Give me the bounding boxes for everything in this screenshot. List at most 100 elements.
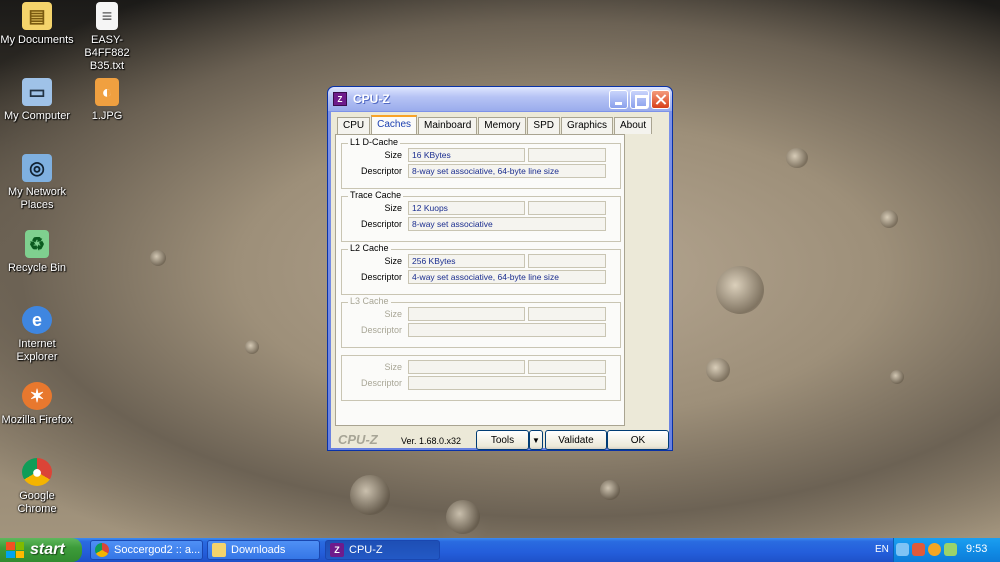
descriptor-label: Descriptor bbox=[360, 272, 402, 282]
group-legend: L1 D-Cache bbox=[348, 137, 401, 147]
clock[interactable]: 9:53 bbox=[966, 543, 987, 555]
moon-crater bbox=[245, 340, 259, 354]
moon-crater bbox=[446, 500, 480, 534]
chrome-icon bbox=[95, 543, 109, 557]
size-value bbox=[408, 307, 525, 321]
system-tray: 9:53 bbox=[893, 538, 1000, 562]
desktop-icon-google-chrome[interactable]: ● Google Chrome bbox=[0, 458, 74, 516]
taskbar: start Soccergod2 :: a... Downloads Z CPU… bbox=[0, 538, 1000, 562]
tools-dropdown-button[interactable]: ▼ bbox=[529, 430, 543, 450]
cache-group-trace: Trace Cache Size 12 Kuops Descriptor 8-w… bbox=[341, 190, 621, 242]
taskbar-item-label: CPU-Z bbox=[349, 544, 383, 556]
desktop-icon-recycle-bin[interactable]: ♻ Recycle Bin bbox=[0, 230, 74, 275]
desktop-icon-text-file[interactable]: ≡ EASY-B4FF882 B35.txt bbox=[70, 2, 144, 73]
folder-icon bbox=[212, 543, 226, 557]
descriptor-value bbox=[408, 376, 606, 390]
desktop-icon-my-documents[interactable]: ▤ My Documents bbox=[0, 2, 74, 47]
start-button[interactable]: start bbox=[0, 538, 82, 562]
moon-crater bbox=[600, 480, 620, 500]
tab-spd[interactable]: SPD bbox=[527, 117, 560, 134]
descriptor-value: 4-way set associative, 64-byte line size bbox=[408, 270, 606, 284]
internet-explorer-icon: e bbox=[22, 306, 52, 334]
desktop-icon-label: Internet Explorer bbox=[16, 338, 58, 363]
desktop-icon-label: My Network Places bbox=[7, 186, 67, 211]
cache-group-l2: L2 Cache Size 256 KBytes Descriptor 4-wa… bbox=[341, 243, 621, 295]
group-legend: Trace Cache bbox=[348, 190, 404, 200]
chevron-down-icon: ▼ bbox=[532, 435, 540, 445]
desktop-icon-my-network-places[interactable]: ◎ My Network Places bbox=[0, 154, 74, 212]
window-client-area: CPU Caches Mainboard Memory SPD Graphics… bbox=[331, 112, 669, 450]
desktop-icon-mozilla-firefox[interactable]: ✶ Mozilla Firefox bbox=[0, 382, 74, 427]
descriptor-value: 8-way set associative bbox=[408, 217, 606, 231]
maximize-button[interactable] bbox=[630, 90, 649, 109]
desktop-icon-label: EASY-B4FF882 B35.txt bbox=[84, 34, 130, 72]
descriptor-label: Descriptor bbox=[360, 325, 402, 335]
desktop-icon-label: Recycle Bin bbox=[7, 262, 67, 274]
show-hidden-icons-icon[interactable] bbox=[896, 543, 909, 556]
descriptor-label: Descriptor bbox=[360, 378, 402, 388]
validate-button[interactable]: Validate bbox=[545, 430, 607, 450]
minimize-button[interactable] bbox=[609, 90, 628, 109]
start-label: start bbox=[30, 541, 65, 558]
network-icon: ◎ bbox=[22, 154, 52, 182]
tab-memory[interactable]: Memory bbox=[478, 117, 527, 134]
language-indicator[interactable]: EN bbox=[875, 544, 889, 555]
group-legend: L2 Cache bbox=[348, 243, 391, 253]
taskbar-item-label: Soccergod2 :: a... bbox=[114, 544, 201, 556]
size-label: Size bbox=[384, 309, 402, 319]
desktop-icon-1-jpg[interactable]: ◐ 1.JPG bbox=[70, 78, 144, 123]
network-tray-icon[interactable] bbox=[912, 543, 925, 556]
desktop-icon-label: 1.JPG bbox=[91, 110, 123, 122]
volume-tray-icon[interactable] bbox=[944, 543, 957, 556]
window-title: CPU-Z bbox=[353, 92, 390, 106]
tab-cpu[interactable]: CPU bbox=[337, 117, 371, 134]
caches-panel: L1 D-Cache Size 16 KBytes Descriptor 8-w… bbox=[335, 134, 625, 426]
taskbar-item-label: Downloads bbox=[231, 544, 286, 556]
size-extra-field bbox=[528, 360, 606, 374]
size-value: 12 Kuops bbox=[408, 201, 525, 215]
size-extra-field bbox=[528, 254, 606, 268]
desktop-icon-label: My Documents bbox=[0, 34, 74, 46]
cpu-z-app-icon: Z bbox=[333, 92, 347, 106]
desktop-icon-internet-explorer[interactable]: e Internet Explorer bbox=[0, 306, 74, 364]
moon-crater bbox=[706, 358, 730, 382]
size-extra-field bbox=[528, 307, 606, 321]
cpu-z-brand: CPU-Z bbox=[338, 432, 378, 447]
size-label: Size bbox=[384, 362, 402, 372]
firefox-icon: ✶ bbox=[22, 382, 52, 410]
ok-button[interactable]: OK bbox=[607, 430, 669, 450]
tab-strip: CPU Caches Mainboard Memory SPD Graphics… bbox=[337, 115, 653, 134]
tab-caches[interactable]: Caches bbox=[371, 115, 418, 134]
moon-crater bbox=[786, 148, 808, 168]
desktop-icon-label: My Computer bbox=[3, 110, 71, 122]
window-titlebar[interactable]: Z CPU-Z bbox=[328, 87, 672, 111]
cpu-z-icon: Z bbox=[330, 543, 344, 557]
tab-mainboard[interactable]: Mainboard bbox=[418, 117, 478, 134]
descriptor-label: Descriptor bbox=[360, 219, 402, 229]
version-label: Ver. 1.68.0.x32 bbox=[401, 436, 462, 446]
size-extra-field bbox=[528, 201, 606, 215]
group-legend: L3 Cache bbox=[348, 296, 391, 306]
antivirus-tray-icon[interactable] bbox=[928, 543, 941, 556]
desktop-icon-my-computer[interactable]: ▭ My Computer bbox=[0, 78, 74, 123]
taskbar-item-chrome[interactable]: Soccergod2 :: a... bbox=[90, 540, 203, 560]
computer-icon: ▭ bbox=[22, 78, 52, 106]
text-file-icon: ≡ bbox=[96, 2, 118, 30]
size-label: Size bbox=[384, 150, 402, 160]
moon-crater bbox=[880, 210, 898, 228]
tab-graphics[interactable]: Graphics bbox=[560, 117, 613, 134]
desktop-icon-label: Mozilla Firefox bbox=[1, 414, 73, 426]
close-button[interactable] bbox=[651, 90, 670, 109]
windows-logo-icon bbox=[6, 542, 24, 558]
window-footer: CPU-Z Ver. 1.68.0.x32 Tools ▼ Validate O… bbox=[335, 430, 669, 452]
moon-crater bbox=[716, 266, 764, 314]
taskbar-item-cpu-z[interactable]: Z CPU-Z bbox=[325, 540, 440, 560]
taskbar-item-downloads[interactable]: Downloads bbox=[207, 540, 320, 560]
tools-button[interactable]: Tools bbox=[476, 430, 529, 450]
size-label: Size bbox=[384, 203, 402, 213]
desktop-icon-label: Google Chrome bbox=[17, 490, 57, 515]
image-file-icon: ◐ bbox=[95, 78, 119, 106]
cache-group-l3: L3 Cache Size Descriptor bbox=[341, 296, 621, 348]
size-extra-field bbox=[528, 148, 606, 162]
tab-about[interactable]: About bbox=[614, 117, 653, 134]
